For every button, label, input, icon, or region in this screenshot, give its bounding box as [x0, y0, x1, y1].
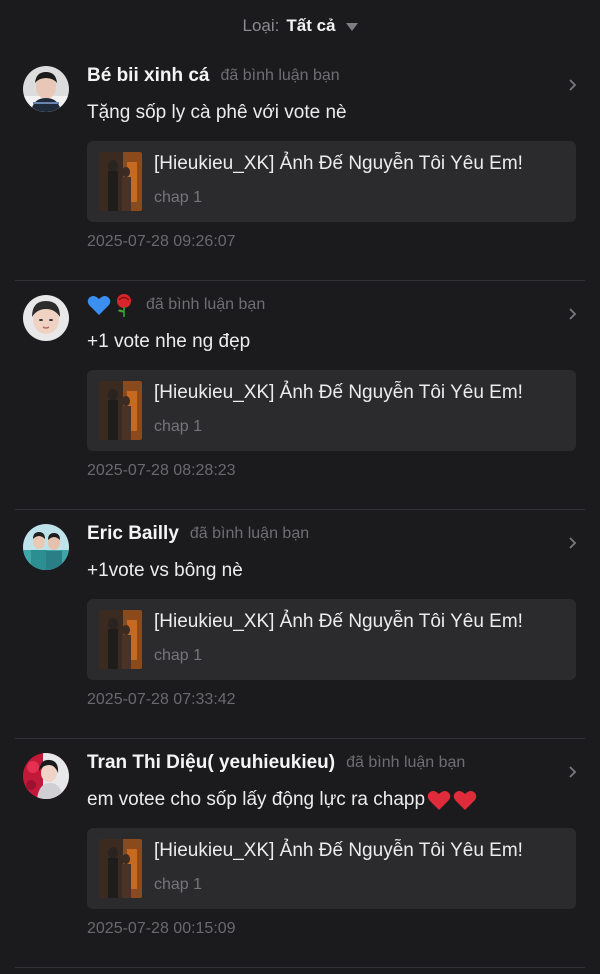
- comment-text: Tặng sốp ly cà phê với vote nè: [87, 102, 347, 124]
- chapter-label: chap 1: [154, 876, 203, 893]
- comment-text: +1 vote nhe ng đẹp: [87, 331, 250, 353]
- work-title: [Hieukieu_XK] Ảnh Đế Nguyễn Tôi Yêu Em!: [154, 840, 523, 861]
- action-text: đã bình luận bạn: [146, 296, 266, 313]
- comment-text: +1vote vs bông nè: [87, 560, 243, 582]
- filter-label: Loại:: [242, 16, 280, 35]
- work-card[interactable]: [Hieukieu_XK] Ảnh Đế Nguyễn Tôi Yêu Em! …: [87, 599, 576, 680]
- action-text: đã bình luận bạn: [220, 67, 340, 84]
- notification-item[interactable]: Eric Bailly đã bình luận bạn +1vote vs b…: [15, 510, 585, 739]
- comment-body: em votee cho sốp lấy động lực ra chapp: [87, 789, 426, 810]
- work-card[interactable]: [Hieukieu_XK] Ảnh Đế Nguyễn Tôi Yêu Em! …: [87, 141, 576, 222]
- notification-item[interactable]: Bé bii xinh cá đã bình luận bạn Tặng sốp…: [15, 52, 585, 281]
- work-title: [Hieukieu_XK] Ảnh Đế Nguyễn Tôi Yêu Em!: [154, 382, 523, 403]
- timestamp: 2025-07-28 08:28:23: [87, 462, 236, 479]
- work-title: [Hieukieu_XK] Ảnh Đế Nguyễn Tôi Yêu Em!: [154, 153, 523, 174]
- work-card[interactable]: [Hieukieu_XK] Ảnh Đế Nguyễn Tôi Yêu Em! …: [87, 370, 576, 451]
- notification-item[interactable]: đã bình luận bạn +1 vote nhe ng đẹp [Hie…: [15, 281, 585, 510]
- timestamp: 2025-07-28 07:33:42: [87, 691, 236, 708]
- chevron-right-icon[interactable]: [567, 766, 579, 778]
- chevron-right-icon[interactable]: [567, 308, 579, 320]
- work-cover-image: [99, 152, 142, 211]
- chevron-right-icon[interactable]: [567, 79, 579, 91]
- filter-dropdown[interactable]: Loại: Tất cả: [0, 0, 600, 52]
- comment-text: em votee cho sốp lấy động lực ra chapp: [87, 789, 477, 811]
- username[interactable]: Bé bii xinh cá: [87, 65, 209, 87]
- avatar[interactable]: [23, 295, 69, 341]
- action-text: đã bình luận bạn: [189, 525, 310, 542]
- notification-item[interactable]: Tran Thi Diệu( yeuhieukieu) đã bình luận…: [15, 739, 585, 968]
- red-heart-icon: [453, 791, 477, 810]
- chapter-label: chap 1: [154, 418, 203, 435]
- work-title: [Hieukieu_XK] Ảnh Đế Nguyễn Tôi Yêu Em!: [154, 611, 523, 632]
- username-emoji[interactable]: [87, 293, 135, 317]
- timestamp: 2025-07-28 00:15:09: [87, 920, 236, 937]
- chapter-label: chap 1: [154, 647, 203, 664]
- work-cover-image: [99, 381, 142, 440]
- comment-body: +1vote vs bông nè: [87, 560, 243, 581]
- chapter-label: chap 1: [154, 189, 203, 206]
- work-cover-image: [99, 839, 142, 898]
- avatar[interactable]: [23, 524, 69, 570]
- red-heart-icon: [427, 791, 451, 810]
- avatar[interactable]: [23, 66, 69, 112]
- chevron-right-icon[interactable]: [567, 537, 579, 549]
- caret-down-icon[interactable]: [345, 23, 358, 31]
- username[interactable]: Tran Thi Diệu( yeuhieukieu): [87, 752, 335, 774]
- comment-body: +1 vote nhe ng đẹp: [87, 331, 251, 352]
- timestamp: 2025-07-28 09:26:07: [87, 233, 236, 250]
- filter-value[interactable]: Tất cả: [286, 16, 335, 36]
- rose-icon: [117, 294, 131, 317]
- blue-heart-icon: [87, 296, 111, 315]
- avatar[interactable]: [23, 753, 69, 799]
- work-cover-image: [99, 610, 142, 669]
- action-text: đã bình luận bạn: [346, 754, 466, 771]
- comment-body: Tặng sốp ly cà phê với vote nè: [87, 102, 347, 123]
- work-card[interactable]: [Hieukieu_XK] Ảnh Đế Nguyễn Tôi Yêu Em! …: [87, 828, 576, 909]
- notifications-page: Loại: Tất cả Bé bii xinh cá đã bình luận…: [0, 0, 600, 974]
- username[interactable]: Eric Bailly: [87, 523, 179, 545]
